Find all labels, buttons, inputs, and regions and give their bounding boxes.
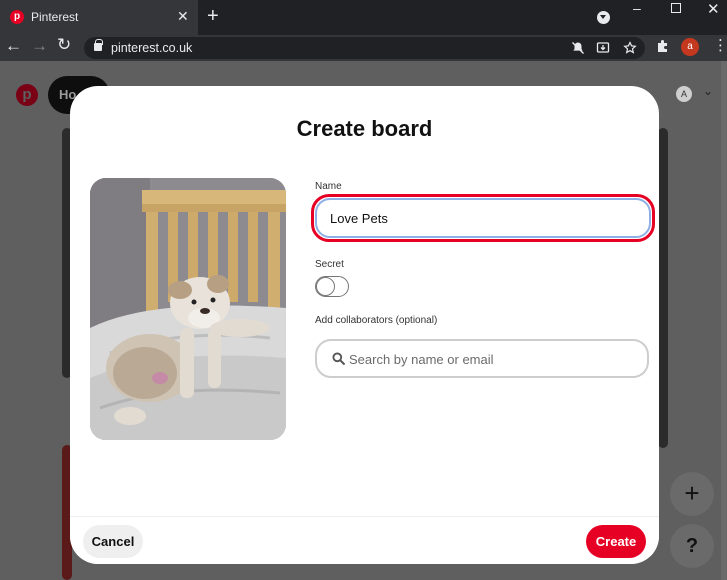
address-bar[interactable]: pinterest.co.uk: [84, 37, 645, 59]
board-name-input[interactable]: [315, 198, 651, 238]
help-button: ?: [670, 524, 714, 568]
add-plus-button: +: [670, 472, 714, 516]
dialog-footer: [70, 516, 659, 564]
browser-toolbar: ← → ↻ pinterest.co.uk a ⋮: [0, 35, 727, 61]
back-arrow-icon[interactable]: ←: [5, 36, 22, 56]
window-close-icon[interactable]: ✕: [707, 0, 720, 18]
collaborators-label: Add collaborators (optional): [315, 315, 438, 326]
create-button[interactable]: Create: [586, 525, 646, 558]
page-scrollbar[interactable]: [721, 61, 727, 580]
forward-arrow-icon[interactable]: →: [31, 36, 48, 56]
board-cover-image: [90, 178, 286, 440]
tab-close-icon[interactable]: ✕: [177, 8, 189, 25]
profile-avatar[interactable]: a: [681, 38, 699, 56]
reload-icon[interactable]: ↻: [57, 35, 71, 55]
cancel-button[interactable]: Cancel: [83, 525, 143, 558]
browser-tab-pinterest[interactable]: p Pinterest ✕: [0, 0, 198, 35]
toggle-knob: [316, 277, 335, 296]
user-avatar: A: [676, 86, 692, 102]
browser-titlebar: p Pinterest ✕ + – ✕: [0, 0, 727, 35]
window-minimize-icon[interactable]: –: [633, 0, 641, 16]
new-tab-icon[interactable]: +: [207, 5, 219, 28]
notifications-blocked-icon[interactable]: [571, 41, 585, 55]
tab-search-icon[interactable]: [597, 11, 610, 24]
pinterest-logo-icon: p: [16, 84, 38, 106]
window-maximize-icon[interactable]: [671, 3, 681, 13]
collaborator-search-field[interactable]: [315, 339, 649, 378]
name-label: Name: [315, 181, 342, 192]
url-text: pinterest.co.uk: [111, 41, 193, 55]
pinterest-favicon-icon: p: [10, 10, 24, 24]
tab-title: Pinterest: [31, 10, 79, 24]
browser-menu-icon[interactable]: ⋮: [713, 36, 727, 54]
search-icon: [332, 352, 345, 365]
create-board-dialog: Create board Name Love Pets Secret Add c…: [70, 86, 659, 564]
secret-label: Secret: [315, 259, 344, 270]
bookmark-star-icon[interactable]: [623, 41, 637, 55]
background-pin-card: [658, 128, 668, 448]
dialog-title: Create board: [296, 116, 433, 141]
collaborator-search-input[interactable]: [349, 349, 639, 369]
secret-toggle[interactable]: [315, 276, 349, 297]
chevron-down-icon: ⌄: [703, 84, 714, 98]
lock-icon[interactable]: [94, 39, 103, 51]
install-app-icon[interactable]: [596, 41, 610, 55]
extensions-puzzle-icon[interactable]: [656, 39, 670, 53]
